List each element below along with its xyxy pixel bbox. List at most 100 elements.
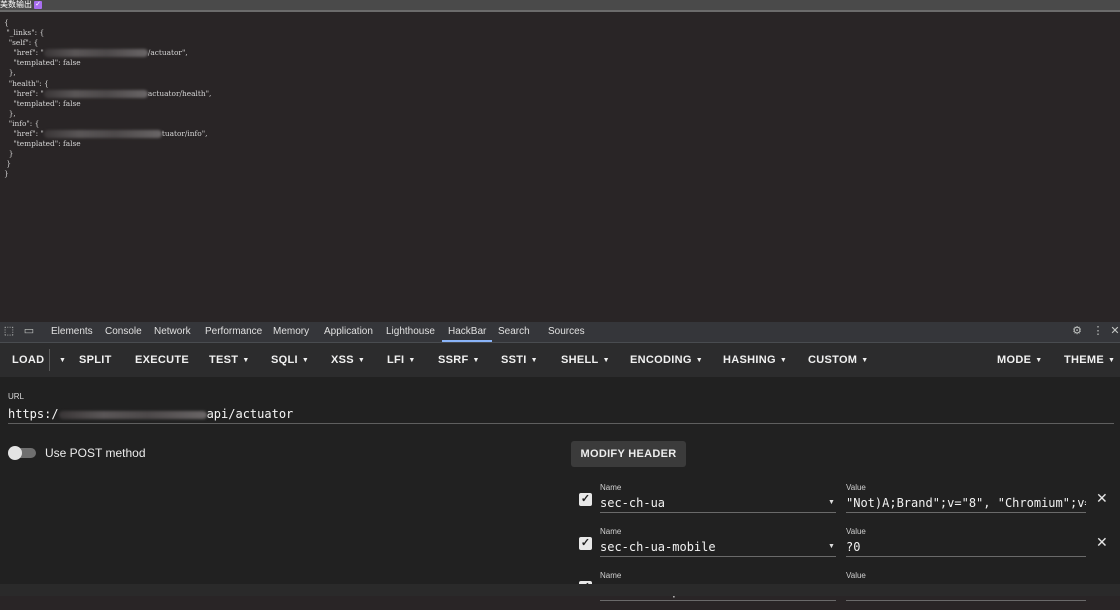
header-value-input[interactable]: ?0 [846, 538, 1086, 557]
more-vert-icon[interactable]: ⋮ [1091, 324, 1105, 338]
load-button[interactable]: LOAD [12, 343, 44, 377]
header-value-input[interactable]: "Not)A;Brand";v="8", "Chromium";v="138" [846, 494, 1086, 513]
page-content: { "_links": { "self": { "href": " /actuat… [0, 12, 1120, 322]
chevron-down-icon: ▼ [602, 357, 610, 364]
redacted-host [43, 89, 148, 98]
json-line-text: "href": " [4, 48, 44, 58]
ssrf-menu[interactable]: SSRF ▼ [438, 343, 480, 377]
chevron-down-icon: ▼ [695, 357, 703, 364]
json-line-text: } [4, 159, 12, 169]
header-name-label: Name [600, 483, 622, 492]
post-method-toggle[interactable] [8, 446, 36, 460]
chevron-down-icon: ▼ [59, 357, 67, 364]
chevron-down-icon: ▼ [779, 357, 788, 364]
shell-menu[interactable]: SHELL ▼ [561, 343, 610, 377]
chevron-down-icon: ▼ [1035, 357, 1043, 364]
json-line: }, [4, 109, 211, 119]
header-enabled-checkbox[interactable]: ✓ [579, 537, 592, 550]
json-line-text: "templated": false [4, 139, 81, 149]
json-line-text: "health": { [4, 78, 49, 88]
xss-menu[interactable]: XSS ▼ [331, 343, 365, 377]
load-dropdown-icon[interactable]: ▼ [55, 343, 66, 377]
tab-application[interactable]: Application [324, 322, 373, 342]
header-value-label: Value [846, 527, 866, 536]
tab-sources[interactable]: Sources [548, 322, 585, 342]
json-line-text: "self": { [4, 38, 39, 48]
tab-performance[interactable]: Performance [205, 322, 262, 342]
redacted-host [58, 410, 207, 419]
json-line: "href": " tuator/info", [4, 129, 211, 139]
mode-menu[interactable]: MODE ▼ [997, 343, 1042, 377]
json-line-suffix: tuator/info", [161, 129, 208, 139]
json-line: "health": { [4, 79, 211, 89]
redacted-host [43, 49, 148, 58]
json-line: }, [4, 68, 211, 78]
post-method-label: Use POST method [45, 446, 146, 460]
json-line: } [4, 149, 211, 159]
chevron-down-icon[interactable]: ▼ [828, 499, 835, 506]
url-label: URL [8, 392, 25, 401]
chevron-down-icon: ▼ [861, 357, 869, 364]
inspect-icon[interactable]: ⬚ [2, 324, 16, 338]
devtools-panel: ⬚ ▭ Elements Console Network Performance… [0, 322, 1120, 601]
bottom-bar [0, 584, 1120, 596]
modify-header-button[interactable]: MODIFY HEADER [571, 441, 686, 467]
split-button[interactable]: SPLIT [79, 343, 112, 377]
header-name-input[interactable]: sec-ch-ua [600, 494, 836, 513]
header-value-label: Value [846, 483, 866, 492]
header-name-label: Name [600, 527, 622, 536]
execute-button[interactable]: EXECUTE [135, 343, 189, 377]
test-label: TEST [209, 354, 239, 366]
hashing-label: HASHING [723, 354, 776, 366]
test-menu[interactable]: TEST ▼ [209, 343, 250, 377]
tab-search[interactable]: Search [498, 322, 530, 342]
ssti-menu[interactable]: SSTI ▼ [501, 343, 538, 377]
custom-label: CUSTOM [808, 354, 858, 366]
json-line-text: "templated": false [4, 58, 81, 68]
strip-checkbox[interactable]: ✓ [34, 1, 42, 9]
header-name-label: Name [600, 571, 622, 580]
ssti-label: SSTI [501, 354, 527, 366]
tab-console[interactable]: Console [105, 322, 142, 342]
chevron-down-icon[interactable]: ▼ [828, 543, 835, 550]
tab-hackbar[interactable]: HackBar [442, 322, 493, 342]
close-icon[interactable]: ✕ [1108, 324, 1120, 338]
json-line: "templated": false [4, 139, 211, 149]
json-line: } [4, 169, 211, 179]
header-name-input[interactable]: sec-ch-ua-mobile [600, 538, 836, 557]
json-line-suffix: /actuator", [147, 48, 188, 58]
header-enabled-checkbox[interactable]: ✓ [579, 493, 592, 506]
mode-label: MODE [997, 354, 1032, 366]
gear-icon[interactable]: ⚙ [1070, 324, 1084, 338]
encoding-menu[interactable]: ENCODING ▼ [630, 343, 703, 377]
sqli-label: SQLI [271, 354, 298, 366]
lfi-menu[interactable]: LFI ▼ [387, 343, 416, 377]
json-line: "self": { [4, 38, 211, 48]
redacted-host [43, 130, 162, 139]
theme-menu[interactable]: THEME ▼ [1064, 343, 1115, 377]
json-line-suffix: actuator/health", [147, 88, 212, 98]
device-toggle-icon[interactable]: ▭ [22, 324, 36, 338]
tab-lighthouse[interactable]: Lighthouse [386, 322, 435, 342]
tab-memory[interactable]: Memory [273, 322, 309, 342]
json-line-text: "href": " [4, 88, 44, 98]
custom-menu[interactable]: CUSTOM ▼ [808, 343, 869, 377]
shell-label: SHELL [561, 354, 599, 366]
url-field[interactable]: https:/ api/actuator [8, 405, 1114, 424]
hashing-menu[interactable]: HASHING ▼ [723, 343, 787, 377]
json-line-text: }, [4, 68, 16, 78]
chevron-down-icon: ▼ [472, 357, 480, 364]
remove-header-icon[interactable]: ✕ [1096, 534, 1108, 551]
tab-network[interactable]: Network [154, 322, 191, 342]
chevron-down-icon: ▼ [530, 357, 538, 364]
remove-header-icon[interactable]: ✕ [1096, 490, 1108, 507]
strip-label: 美数输出 [0, 0, 32, 9]
menu-divider [49, 349, 50, 371]
json-line-text: { [4, 18, 9, 27]
json-line-text: "_links": { [4, 28, 45, 38]
encoding-label: ENCODING [630, 354, 692, 366]
tab-elements[interactable]: Elements [51, 322, 93, 342]
json-response: { "_links": { "self": { "href": " /actuat… [4, 18, 211, 180]
ssrf-label: SSRF [438, 354, 469, 366]
sqli-menu[interactable]: SQLI ▼ [271, 343, 309, 377]
